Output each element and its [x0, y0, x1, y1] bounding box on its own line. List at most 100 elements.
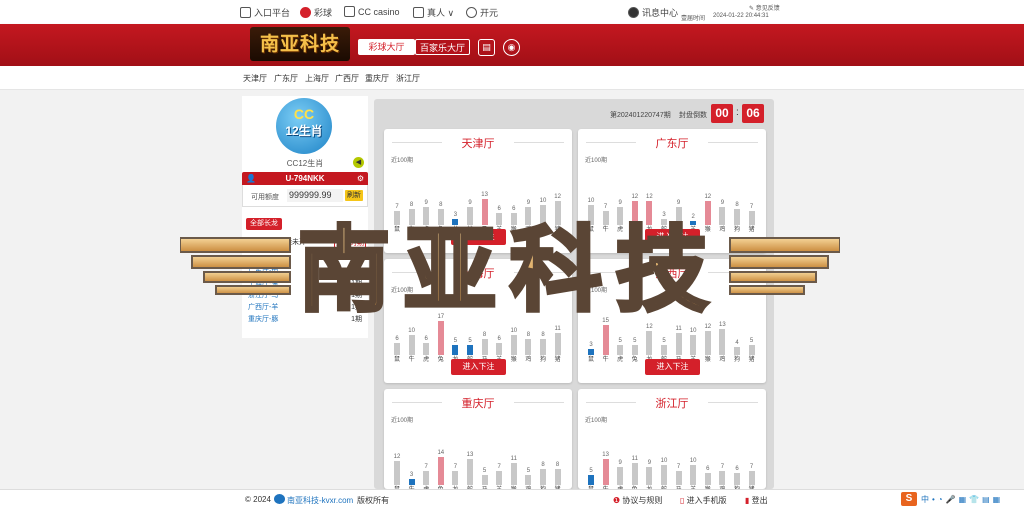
- bar-fill: [704, 331, 711, 355]
- zodiac-bar: 8牛: [405, 201, 419, 233]
- ime-logo-icon[interactable]: S: [901, 492, 917, 506]
- footer: © 2024 南亚科技-kvxr.com 版权所有 ❶ 协议与规则 ▯ 进入手机…: [0, 489, 1024, 508]
- zodiac-bar: 10蛇: [657, 457, 671, 493]
- bar-fill: [617, 467, 624, 485]
- footer-mobile-link[interactable]: ▯ 进入手机版: [680, 495, 727, 506]
- bar-fill: [588, 349, 594, 355]
- bar-fill: [646, 331, 653, 355]
- bar-fill: [481, 199, 488, 225]
- enter-bet-button[interactable]: 进入下注: [451, 359, 506, 375]
- footer-brand[interactable]: 南亚科技-kvxr.com: [287, 495, 353, 506]
- bar-fill: [467, 345, 473, 355]
- bar-value: 12: [554, 194, 561, 200]
- subnav-guangdong[interactable]: 广东厅: [274, 73, 298, 84]
- settings-circle-icon[interactable]: ◉: [503, 39, 520, 56]
- zodiac-bar: 3龙: [448, 211, 462, 233]
- bar-value: 9: [424, 200, 428, 206]
- zodiac-bar: 13马: [478, 191, 492, 233]
- long-dragon-row[interactable]: 重庆厅-豚 1期: [242, 312, 368, 324]
- nav-cc-casino[interactable]: CC casino: [344, 6, 400, 17]
- zodiac-bar: 9虎: [613, 199, 627, 233]
- zodiac-bar: 10 牛: [405, 327, 419, 363]
- zodiac-label: 猪: [554, 227, 561, 233]
- long-dragon-row[interactable]: 广西厅-羊 1期: [242, 300, 368, 312]
- zodiac-label: 牛: [408, 357, 415, 363]
- subnav-shanghai[interactable]: 上海厅: [305, 73, 329, 84]
- bar-value: 7: [497, 464, 501, 470]
- col-header-max[interactable]: 最多时期: [334, 237, 366, 249]
- bar-value: 7: [424, 464, 428, 470]
- enter-bet-button[interactable]: 进入下注: [645, 359, 700, 375]
- zodiac-label: 鼠: [587, 357, 594, 363]
- speaker-icon[interactable]: ◀: [353, 157, 364, 168]
- bar-fill: [496, 471, 503, 485]
- long-dragon-value: 1期: [351, 304, 362, 311]
- card-subtitle: 近100期: [391, 288, 414, 294]
- bar-fill: [423, 471, 430, 485]
- long-dragon-row[interactable]: 上海厅-兔 1期: [242, 276, 368, 288]
- document-icon[interactable]: ▤: [478, 39, 495, 56]
- subnav-chongqing[interactable]: 重庆厅: [365, 73, 389, 84]
- zodiac-bar: 12 猪: [551, 193, 565, 233]
- bar-value: 11: [675, 326, 682, 332]
- brand-mini-icon: [274, 494, 285, 504]
- refresh-button[interactable]: 刷新: [345, 190, 363, 201]
- feedback-link[interactable]: ✎ 意见反馈: [749, 3, 780, 12]
- bar-value: 11: [554, 326, 561, 332]
- zodiac-label: 兔: [437, 357, 444, 363]
- bar-value: 13: [719, 322, 726, 328]
- bar-fill: [510, 335, 517, 355]
- bar-fill: [734, 209, 740, 225]
- nav-kaiyuan[interactable]: 开元: [466, 6, 498, 19]
- zodiac-bar: 6鼠: [390, 335, 404, 363]
- subnav-tianjin[interactable]: 天津厅: [243, 73, 267, 84]
- nav-lottery[interactable]: 彩球: [300, 6, 332, 19]
- home-icon: [240, 7, 251, 18]
- zodiac-bar: 5鼠: [584, 467, 598, 493]
- enter-bet-button[interactable]: 进入下注: [451, 229, 506, 245]
- zodiac-bar: 13蛇: [463, 451, 477, 493]
- footer-logout-link[interactable]: ▮ 登出: [745, 495, 768, 506]
- tab-lottery-hall[interactable]: 彩球大厅: [358, 39, 415, 55]
- bar-value: 9: [647, 460, 652, 466]
- subnav-guangxi[interactable]: 广西厅: [335, 73, 359, 84]
- bar-value: 6: [497, 206, 501, 212]
- ime-toolbar-icons[interactable]: 中•◔🎤▦👕▤▦: [921, 494, 1003, 505]
- bar-value: 10: [689, 458, 697, 464]
- card-tianjin: 天津厅近100期7鼠8牛9虎8兔3龙9蛇13马6羊6猴9鸡10狗12猪进入下注: [384, 129, 572, 253]
- tab-all-long-dragon[interactable]: 全部长龙: [246, 218, 282, 230]
- bar-fill: [617, 345, 624, 355]
- zodiac-bar: 6羊: [492, 335, 506, 363]
- lottery-ball-icon: [300, 7, 311, 18]
- zodiac-bar: 7猪: [745, 463, 759, 493]
- card-chongqing: 重庆厅近100期 12鼠3牛7虎14兔7龙13蛇5马7羊11猴5鸡8狗8猪: [384, 389, 572, 493]
- countdown-label: 封盘倒数: [679, 112, 707, 119]
- long-dragon-row[interactable]: 天津厅-羊 1期: [242, 252, 368, 264]
- zodiac-label: 虎: [617, 227, 624, 233]
- bar-value: 5: [589, 468, 593, 474]
- zodiac-bar-chart: 3鼠15牛5虎5兔12龙5蛇11马10羊12猴13鸡4狗5猪: [584, 299, 760, 363]
- subnav-zhejiang[interactable]: 浙江厅: [396, 73, 420, 84]
- long-dragon-value: 1期: [351, 292, 362, 299]
- gear-icon[interactable]: ⚙: [357, 172, 364, 185]
- bar-fill: [394, 343, 400, 355]
- enter-bet-button[interactable]: 进入下注: [645, 229, 700, 245]
- long-dragon-row[interactable]: 广东厅-兔 1期: [242, 264, 368, 276]
- message-center[interactable]: 讯息中心: [628, 6, 678, 19]
- nav-live[interactable]: 真人 ∨: [413, 6, 454, 19]
- bar-value: 6: [424, 336, 428, 342]
- long-dragon-row[interactable]: 浙江厅-马 1期: [242, 288, 368, 300]
- zodiac-bar: 9鸡: [715, 199, 729, 233]
- footer-rules-link[interactable]: ❶ 协议与规则: [613, 495, 662, 506]
- zodiac-bar: 5马: [478, 467, 492, 493]
- tab-baccarat-hall[interactable]: 百家乐大厅: [415, 39, 470, 55]
- bar-value: 12: [393, 454, 401, 460]
- zodiac-label: 鸡: [525, 227, 532, 233]
- zodiac-bar: 5龙: [448, 337, 462, 363]
- bar-fill: [525, 207, 532, 225]
- bar-fill: [452, 345, 459, 355]
- brand-logo[interactable]: 南亚科技: [250, 27, 350, 61]
- top-bar: 入口平台 彩球 CC casino 真人 ∨ 开元 讯息中心 壹届时间 2024…: [0, 0, 1024, 24]
- nav-entry-platform[interactable]: 入口平台: [240, 6, 290, 19]
- bar-value: 10: [510, 328, 518, 334]
